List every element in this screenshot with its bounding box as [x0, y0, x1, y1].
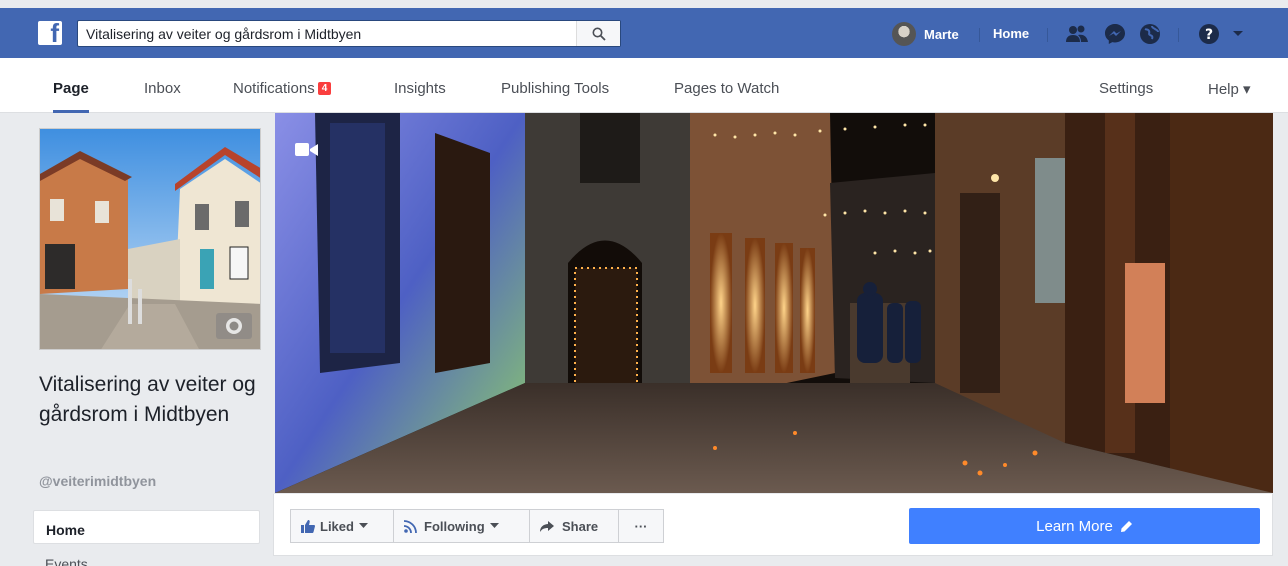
liked-button[interactable]: Liked [290, 509, 394, 543]
more-options-button[interactable]: ··· [618, 509, 664, 543]
page-title: Vitalisering av veiter og gårdsrom i Mid… [39, 373, 256, 426]
tab-pages-to-watch[interactable]: Pages to Watch [674, 80, 779, 102]
divider [1178, 28, 1179, 42]
notifications-globe-icon[interactable] [1137, 21, 1163, 47]
friend-requests-icon[interactable] [1064, 21, 1090, 47]
tab-notifications[interactable]: Notifications 4 [233, 80, 332, 102]
home-link[interactable]: Home [993, 22, 1029, 46]
cover-video[interactable] [275, 113, 1273, 493]
divider [979, 28, 980, 42]
top-navigation-bar: f Marte Home ? [0, 0, 1288, 58]
search-button[interactable] [576, 21, 620, 46]
share-arrow-icon [540, 520, 554, 532]
blue-header: f Marte Home ? [0, 8, 1288, 58]
sidebar-item-home[interactable]: Home [33, 510, 260, 544]
facebook-logo-icon[interactable]: f [38, 21, 62, 45]
chevron-down-icon [489, 523, 499, 528]
tab-publishing-tools[interactable]: Publishing Tools [501, 80, 609, 102]
messenger-icon[interactable] [1102, 21, 1128, 47]
learn-more-label: Learn More [1036, 517, 1113, 535]
sidebar-item-events[interactable]: Events [45, 556, 88, 566]
user-avatar [892, 22, 916, 46]
page-action-bar: Liked Following Share ··· Learn More [273, 494, 1273, 556]
tab-insights[interactable]: Insights [394, 80, 446, 102]
tab-notifications-label: Notifications [233, 80, 315, 97]
user-name: Marte [924, 26, 959, 42]
thumbs-up-icon [301, 519, 315, 533]
page-tabs: Page Inbox Notifications 4 Insights Publi… [0, 58, 1288, 113]
chevron-down-icon [1233, 31, 1243, 36]
help-dropdown[interactable]: ? [1195, 21, 1247, 47]
help-icon: ? [1199, 24, 1219, 44]
following-button[interactable]: Following [393, 509, 530, 543]
notification-count-badge: 4 [317, 82, 332, 95]
profile-photo-street [40, 129, 260, 349]
user-profile-link[interactable]: Marte [892, 22, 959, 46]
svg-text:?: ? [1205, 27, 1213, 43]
divider [1047, 28, 1048, 42]
tab-inbox[interactable]: Inbox [144, 80, 181, 102]
search-icon [592, 27, 606, 41]
tab-settings[interactable]: Settings [1099, 80, 1153, 102]
tab-help[interactable]: Help ▾ [1208, 80, 1251, 102]
profile-picture[interactable] [39, 128, 261, 350]
search-box [77, 20, 621, 47]
search-input[interactable] [78, 21, 578, 46]
pencil-icon [1120, 520, 1132, 532]
learn-more-button[interactable]: Learn More [909, 508, 1260, 544]
cover-photo-night-alley [275, 113, 1273, 493]
liked-label: Liked [320, 518, 354, 534]
page-username[interactable]: @veiterimidtbyen [39, 473, 156, 489]
tab-page[interactable]: Page [53, 80, 89, 113]
more-options-icon: ··· [634, 518, 648, 534]
chevron-down-icon [358, 523, 368, 528]
following-label: Following [424, 518, 485, 534]
rss-follow-icon [404, 519, 417, 533]
share-button[interactable]: Share [529, 509, 619, 543]
share-label: Share [562, 518, 599, 534]
